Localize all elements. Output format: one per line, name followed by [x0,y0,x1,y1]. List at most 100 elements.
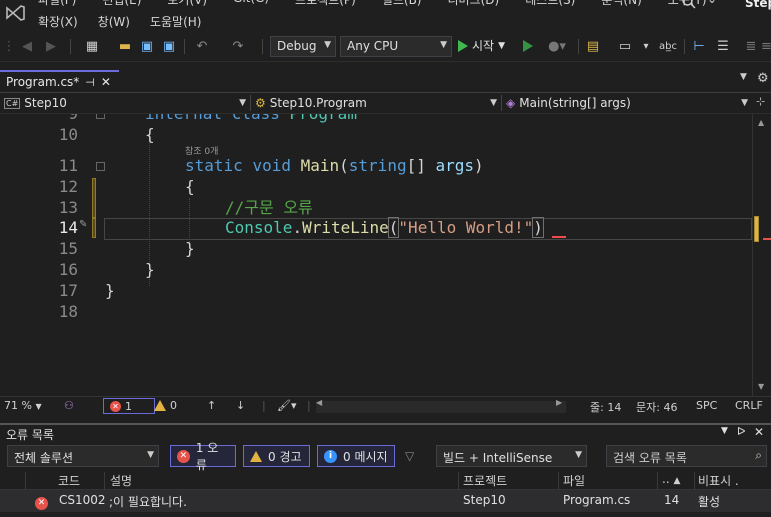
code-cleanup-icon[interactable]: 🖌▾ [277,399,297,412]
type-dropdown[interactable]: ⚙ Step10.Program ▼ [255,93,499,113]
open-folder-icon[interactable]: ▬ [116,36,134,56]
menu-test[interactable]: 테스트(S) [525,0,575,8]
scope-dropdown[interactable]: 전체 솔루션 ▼ [7,445,159,467]
error-project: Step10 [463,493,506,507]
copilot-icon[interactable]: ⚇ [64,399,74,412]
hot-reload-icon[interactable]: ●▾ [544,36,570,56]
filter-icon[interactable]: ▽ [405,449,414,463]
menu-build[interactable]: 빌드(B) [382,0,422,8]
error-list-column-headers: 코드 설명 프로젝트 파일 .. ▲ 비표시 . [0,471,771,491]
save-all-icon[interactable]: ▣ [160,36,178,56]
redo-icon[interactable]: ↷ [226,36,250,56]
column-header-project[interactable]: 프로젝트 [463,472,507,489]
project-dropdown[interactable]: C# Step10 ▼ [4,93,248,113]
menu-project[interactable]: 프로젝트(P) [295,0,356,8]
column-header-line-label: .. [662,472,670,486]
collapse-icon[interactable] [96,114,105,119]
navigate-back-icon[interactable]: ◀ [18,36,36,56]
navigate-forward-icon[interactable]: ▶ [42,36,60,56]
chevron-down-icon: ▼ [575,450,582,460]
line-number: 14 [58,218,78,237]
chevron-down-icon: ▼ [741,98,748,108]
column-header-code[interactable]: 코드 [58,472,80,489]
horizontal-scrollbar[interactable] [316,401,566,413]
menu-view[interactable]: 보기(V) [167,0,207,8]
close-icon[interactable]: ✕ [101,75,111,89]
menu-debug[interactable]: 디버그(D) [448,0,500,8]
messages-filter-button[interactable]: i 0 메시지 [317,445,395,467]
line-ending-indicator[interactable]: CRLF [735,399,763,412]
table-row[interactable]: ✕ CS1002 ;이 필요합니다. Step10 Program.cs 14 … [0,490,771,512]
next-issue-icon[interactable]: ↓ [236,399,245,412]
tab-program-cs[interactable]: Program.cs* ⊣ ✕ [0,70,119,92]
error-list-toolbar: 전체 솔루션 ▼ ✕ 1 오류 0 경고 i 0 메시지 ▽ 빌드 + Inte… [0,441,771,472]
code-line: 13 //구문 오류 [0,198,752,218]
comment-icon[interactable]: ⊢ [690,36,708,56]
toolbar-overflow-icon[interactable]: ≡ [761,36,771,56]
solution-platform-dropdown[interactable]: Any CPU ▼ [340,36,452,57]
quick-action-icon[interactable]: ✎ [79,219,87,230]
vertical-scrollbar[interactable]: ▲ ▼ [752,114,771,396]
chevron-down-icon: ▼ [498,40,506,51]
pin-icon[interactable]: ᐅ [737,425,745,438]
search-dropdown-icon[interactable]: ⌄ [707,0,717,6]
build-filter-dropdown[interactable]: 빌드 + IntelliSense ▼ [436,445,587,467]
warnings-filter-button[interactable]: 0 경고 [243,445,310,467]
spellcheck-icon[interactable]: ab̲c [658,36,678,56]
scroll-down-icon[interactable]: ▼ [758,382,764,391]
split-editor-icon[interactable]: ⊹ [756,95,765,108]
uncomment-icon[interactable]: ≣ [742,36,760,56]
layout-dropdown-icon[interactable]: ▾ [640,36,652,56]
new-project-icon[interactable]: ▦ [80,36,104,56]
menu-help[interactable]: 도움말(H) [150,13,202,30]
search-icon[interactable] [681,0,697,10]
whitespace-indicator[interactable]: SPC [696,399,717,412]
scroll-left-icon[interactable]: ◀ [316,398,322,407]
close-icon[interactable]: ✕ [754,425,764,439]
layout-icon[interactable]: ▭ [614,36,636,56]
browse-folder-icon[interactable]: ▤ [584,36,602,56]
undo-icon[interactable]: ↶ [190,36,214,56]
column-header-file[interactable]: 파일 [563,472,585,489]
chevron-down-icon: ▼ [35,402,42,411]
chevron-down-icon: ▼ [147,450,154,460]
start-without-debugging-button[interactable] [520,36,536,56]
error-line: 14 [664,493,680,507]
pin-icon[interactable]: ⊣ [85,76,95,89]
scroll-right-icon[interactable]: ▶ [556,398,562,407]
errors-filter-button[interactable]: ✕ 1 오류 [170,441,236,472]
warning-count-button[interactable]: 0 [154,399,177,412]
menu-row-2: 확장(X) 창(W) 도움말(H) [38,13,201,30]
collapse-icon[interactable] [96,162,105,171]
menu-window[interactable]: 창(W) [98,13,130,30]
pane-dropdown-icon[interactable]: ▼ [721,426,728,436]
column-header-line[interactable]: .. ▲ [662,472,680,486]
tab-list-dropdown-icon[interactable]: ▼ [740,72,747,82]
menu-analyze[interactable]: 분석(N) [601,0,641,8]
menu-file[interactable]: 파일(F) [38,0,76,8]
code-line: 15 } [0,239,752,259]
code-line: 10 { [0,125,752,145]
editor-status-strip: 71 % ▼ ⚇ ✕ 1 0 ↑ ↓ | 🖌▾ | ◀ ▶ 줄: 14 문자: … [0,396,771,416]
start-debugging-button[interactable]: 시작 ▼ [458,37,505,54]
menu-git[interactable]: Git(G) [233,0,269,8]
column-header-description[interactable]: 설명 [110,472,132,489]
error-count-button[interactable]: ✕ 1 [103,398,155,414]
code-editor[interactable]: 9 internal class Program 10 { 참조 0개 11 s… [0,114,752,396]
toolbar-grip[interactable]: ⋮ [3,36,16,56]
save-icon[interactable]: ▣ [138,36,156,56]
line-number: 9 [0,114,78,124]
zoom-dropdown[interactable]: 71 % ▼ [4,399,42,412]
error-count: 1 [125,399,132,413]
previous-issue-icon[interactable]: ↑ [207,399,216,412]
format-icon[interactable]: ☰ [712,36,734,56]
menu-edit[interactable]: 편집(E) [102,0,141,8]
solution-configuration-dropdown[interactable]: Debug ▼ [270,36,336,57]
scroll-up-icon[interactable]: ▲ [758,118,764,127]
gear-icon[interactable]: ⚙ [757,71,769,86]
error-list-header: 오류 목록 ▼ ᐅ ✕ [0,423,771,442]
search-error-list-input[interactable]: 검색 오류 목록 ⌕ [606,445,767,467]
menu-extensions[interactable]: 확장(X) [38,13,78,30]
member-dropdown[interactable]: ◈ Main(string[] args) ▼ [506,93,750,113]
column-header-suppression[interactable]: 비표시 . [698,472,739,489]
